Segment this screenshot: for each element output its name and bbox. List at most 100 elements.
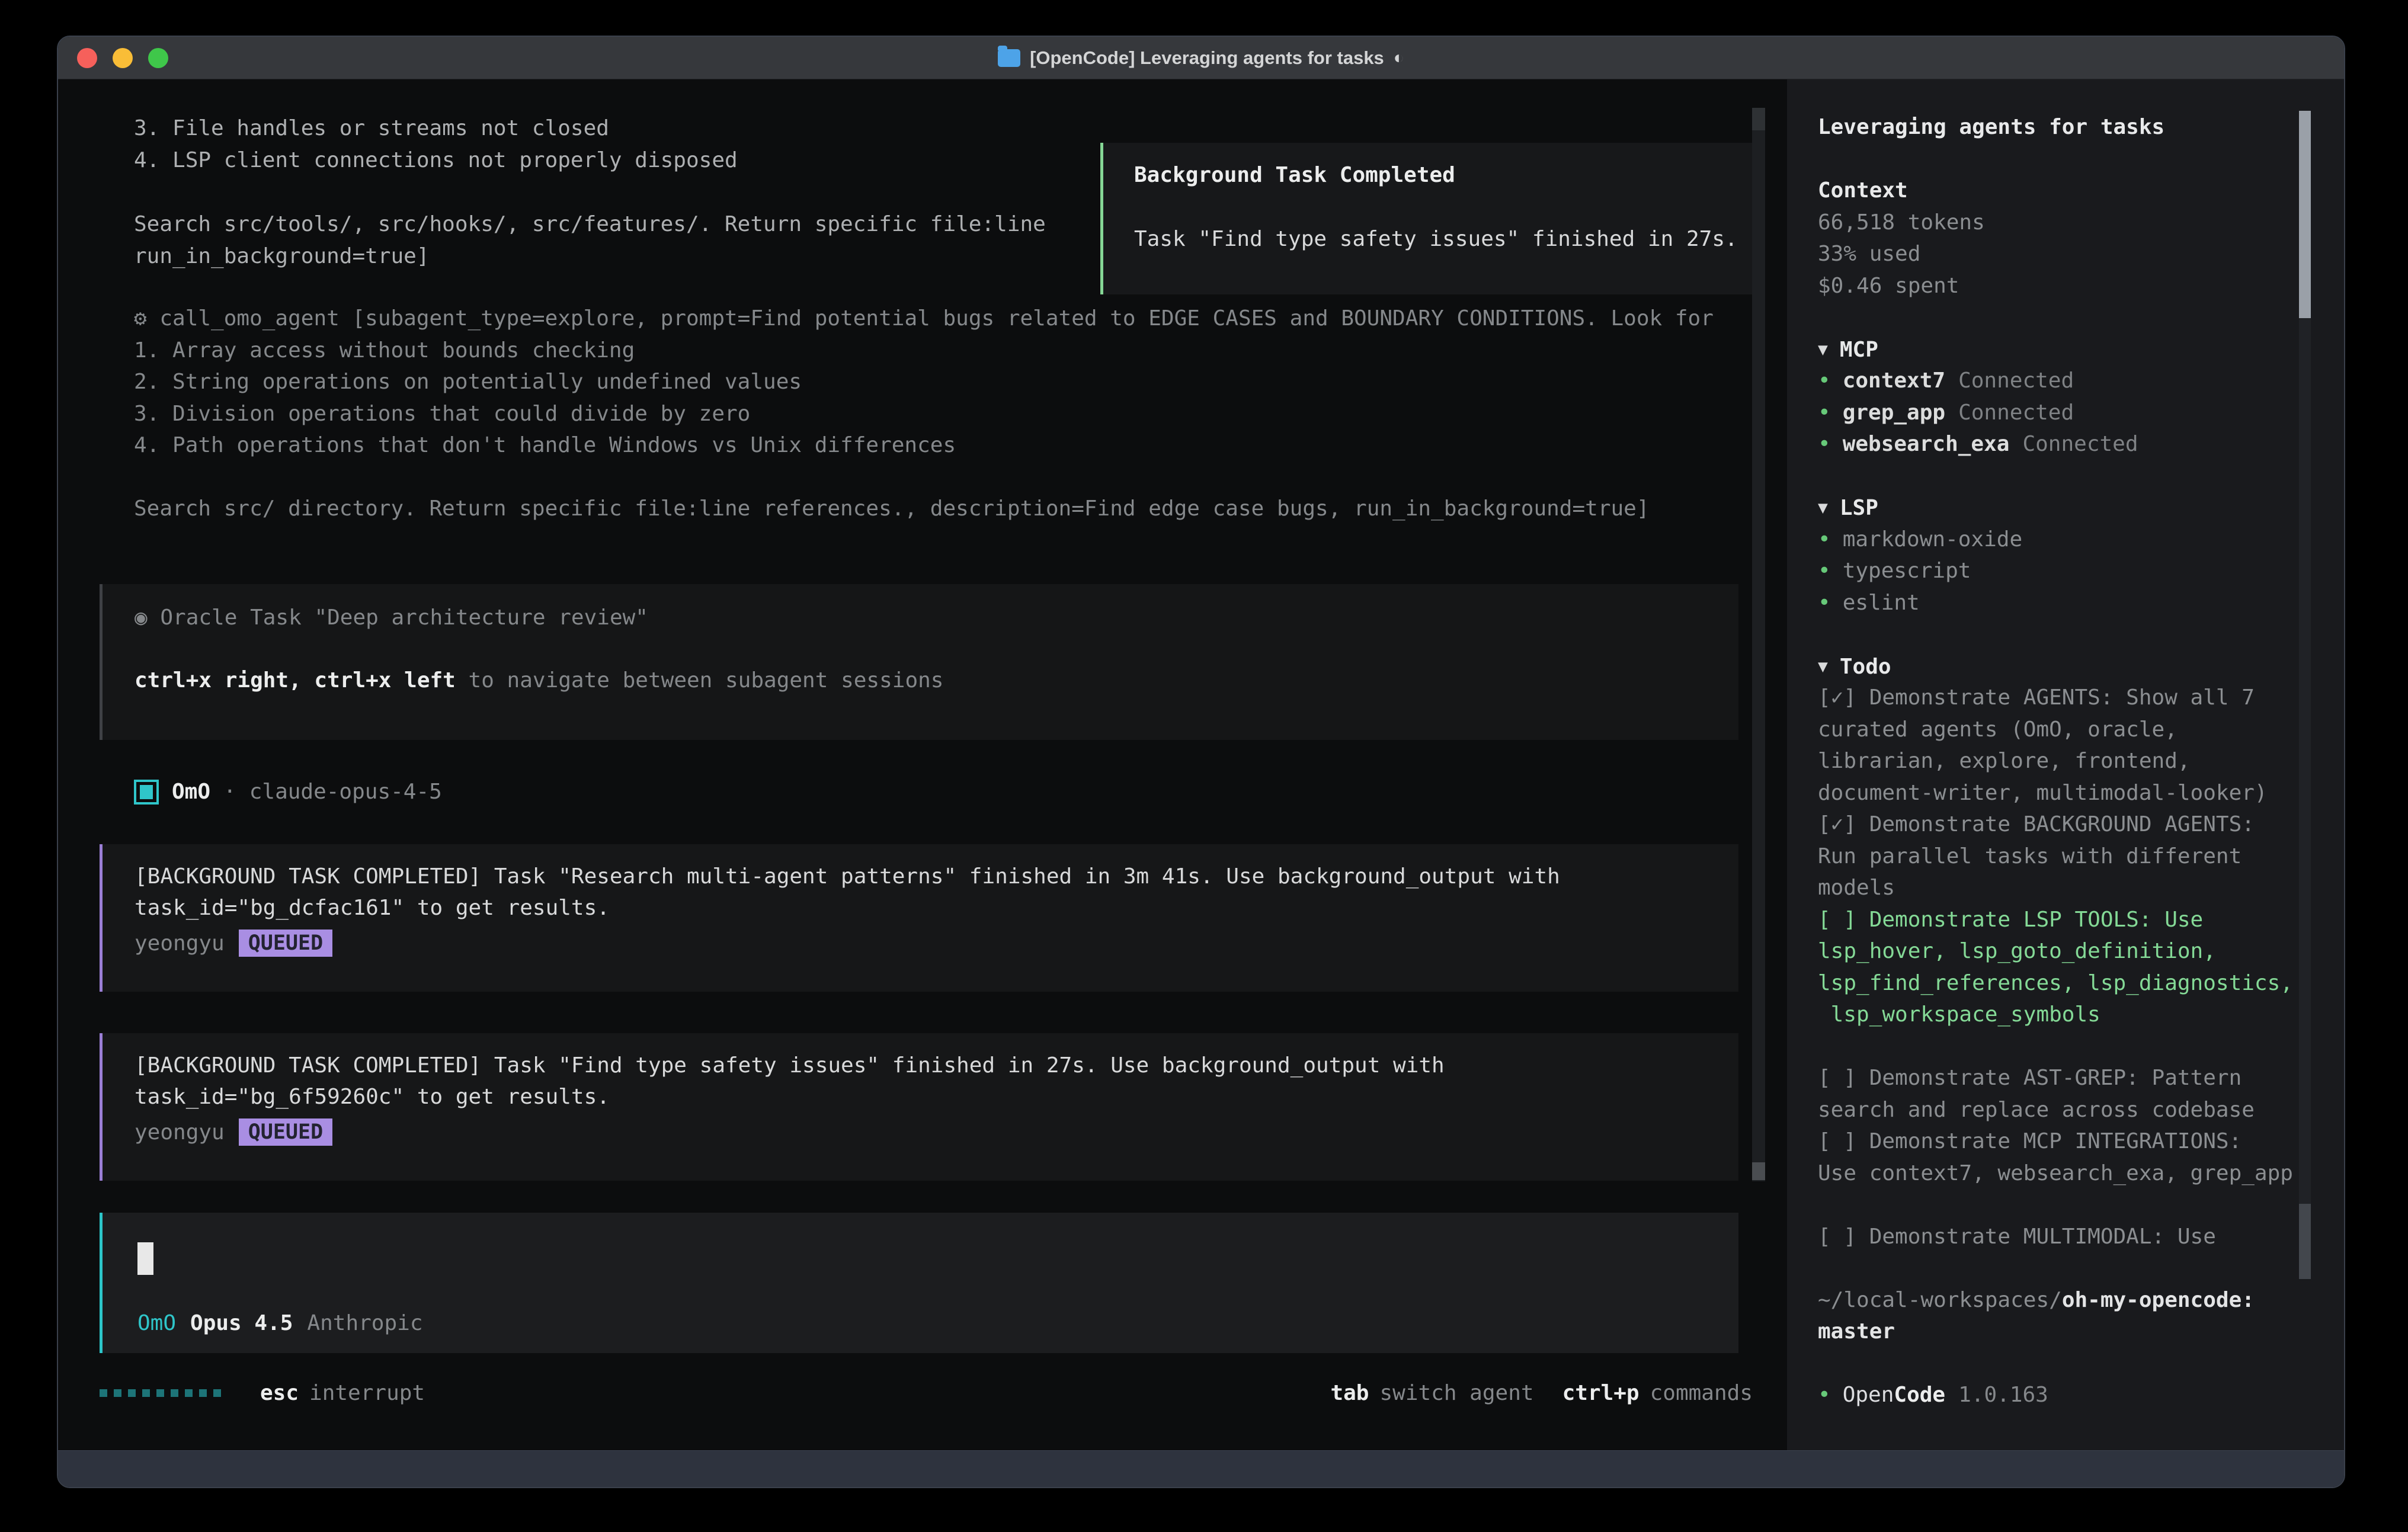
chat-transcript: 3. File handles or streams not closed 4.…: [58, 79, 1787, 1450]
status-bar: esc interrupt tab switch agent ctrl+p comm…: [100, 1377, 1753, 1409]
chat-scrollbar[interactable]: [1752, 108, 1765, 1181]
workspace-path: ~/local-workspaces/oh-my-opencode:: [1818, 1284, 2344, 1316]
agent-checkbox-icon: [134, 780, 159, 805]
context-heading: Context: [1818, 175, 2344, 207]
background-task-toast: Background Task Completed Task "Find typ…: [1100, 143, 1758, 294]
prompt-input[interactable]: OmO Opus 4.5 Anthropic: [100, 1213, 1738, 1353]
folder-icon: [998, 49, 1020, 67]
chevron-down-icon: ▼: [1818, 339, 1828, 359]
todo-item: [ ] Demonstrate MULTIMODAL: Use: [1818, 1221, 2344, 1253]
lsp-item: •typescript: [1818, 555, 2344, 587]
tab-key-hint: tab: [1330, 1381, 1369, 1405]
task-message-line: [BACKGROUND TASK COMPLETED] Task "Find t…: [135, 1050, 1445, 1082]
task-message-line: task_id="bg_dcfac161" to get results.: [135, 892, 610, 924]
lsp-section-header[interactable]: ▼LSP: [1818, 492, 2344, 524]
todo-item: [✓] Demonstrate BACKGROUND AGENTS: Run p…: [1818, 809, 2344, 904]
terminal-line: Search src/tools/, src/hooks/, src/featu…: [134, 209, 1046, 241]
sidebar-scrollbar-thumb[interactable]: [2299, 111, 2311, 318]
terminal-line: 4. Path operations that don't handle Win…: [134, 430, 1714, 461]
bullet-icon: •: [1818, 368, 1831, 393]
sidebar: Leveraging agents for tasks Context 66,5…: [1787, 79, 2344, 1450]
close-window-button[interactable]: [77, 48, 97, 68]
terminal-line: 2. String operations on potentially unde…: [134, 366, 1714, 398]
todo-section-header[interactable]: ▼Todo: [1818, 650, 2344, 682]
toast-body: Task "Find type safety issues" finished …: [1134, 223, 1738, 255]
bullet-icon: •: [1818, 559, 1831, 583]
minimize-window-button[interactable]: [113, 48, 133, 68]
context-tokens: 66,518 tokens: [1818, 207, 2344, 239]
context-used: 33% used: [1818, 238, 2344, 270]
context-spent: $0.46 spent: [1818, 270, 2344, 302]
todo-item: [ ] Demonstrate AST-GREP: Pattern search…: [1818, 1062, 2344, 1126]
ctrlp-key-hint: ctrl+p: [1562, 1381, 1640, 1405]
window-title-group: [OpenCode] Leveraging agents for tasks ◐: [998, 47, 1404, 69]
bullet-icon: •: [1818, 1383, 1831, 1407]
session-title: Leveraging agents for tasks: [1818, 111, 2344, 143]
chevron-down-icon: ▼: [1818, 498, 1828, 517]
todo-item: [ ] Demonstrate MCP INTEGRATIONS: Use co…: [1818, 1126, 2344, 1189]
chat-scrollbar-thumb[interactable]: [1752, 1162, 1765, 1180]
hint-keys: ctrl+x right, ctrl+x left: [135, 668, 456, 693]
status-bar-right: tab switch agent ctrl+p commands: [1302, 1381, 1753, 1405]
oracle-task-title: ◉ Oracle Task "Deep architecture review": [135, 602, 648, 634]
window-bottom-strip: [58, 1450, 2344, 1487]
window-controls: [77, 37, 168, 79]
toast-title: Background Task Completed: [1134, 159, 1455, 191]
terminal-line: 4. LSP client connections not properly d…: [134, 145, 738, 177]
terminal-line: 3. File handles or streams not closed: [134, 113, 738, 145]
esc-key-label: interrupt: [309, 1381, 425, 1405]
mcp-section-header[interactable]: ▼MCP: [1818, 334, 2344, 366]
separator-dot: ·: [223, 780, 236, 804]
bullet-icon: •: [1818, 591, 1831, 615]
terminal-line: run_in_background=true]: [134, 241, 1046, 273]
todo-item: [✓] Demonstrate AGENTS: Show all 7 curat…: [1818, 682, 2344, 809]
ctrlp-key-label: commands: [1650, 1381, 1753, 1405]
bullet-icon: •: [1818, 527, 1831, 552]
todo-item-active: [ ] Demonstrate LSP TOOLS: Use lsp_hover…: [1818, 904, 2344, 1031]
agent-model: claude-opus-4-5: [249, 780, 442, 804]
radio-icon: ◉: [135, 605, 148, 630]
background-task-message: [BACKGROUND TASK COMPLETED] Task "Find t…: [100, 1033, 1738, 1181]
gear-icon: ⚙: [134, 306, 147, 331]
provider-label: Anthropic: [307, 1311, 422, 1335]
mcp-item: •grep_appConnected: [1818, 397, 2344, 429]
task-message-line: [BACKGROUND TASK COMPLETED] Task "Resear…: [135, 861, 1560, 893]
terminal-line: 3. Division operations that could divide…: [134, 398, 1714, 430]
bullet-icon: •: [1818, 400, 1831, 425]
title-bar: [OpenCode] Leveraging agents for tasks ◐: [58, 37, 2344, 79]
task-user: yeongyu: [135, 1120, 225, 1145]
spinner-dots: [100, 1389, 221, 1397]
esc-key-hint: esc: [260, 1381, 299, 1405]
app-version-row: •OpenCode1.0.163: [1818, 1379, 2344, 1411]
task-message-footer: yeongyu QUEUED: [135, 1116, 332, 1148]
chevron-down-icon: ▼: [1818, 656, 1828, 676]
zoom-window-button[interactable]: [148, 48, 168, 68]
active-model-label: Opus 4.5: [190, 1311, 293, 1335]
oracle-task-hint: ctrl+x right, ctrl+x left to navigate be…: [135, 665, 943, 697]
app-window: [OpenCode] Leveraging agents for tasks ◐…: [57, 36, 2345, 1488]
sidebar-scrollbar[interactable]: [2299, 111, 2311, 1279]
mcp-item: •websearch_exaConnected: [1818, 428, 2344, 460]
lsp-item: •eslint: [1818, 587, 2344, 619]
hint-text: to navigate between subagent sessions: [456, 668, 944, 693]
window-title: [OpenCode] Leveraging agents for tasks: [1030, 47, 1384, 69]
half-moon-icon: ◐: [1394, 48, 1404, 68]
task-user: yeongyu: [135, 931, 225, 956]
terminal-line: 1. Array access without bounds checking: [134, 335, 1714, 367]
active-agent-label: OmO: [137, 1311, 176, 1335]
sidebar-scrollbar-segment: [2299, 1204, 2311, 1279]
lsp-item: •markdown-oxide: [1818, 524, 2344, 556]
bullet-icon: •: [1818, 432, 1831, 456]
agent-session-row[interactable]: OmO · claude-opus-4-5: [134, 776, 442, 808]
task-message-line: task_id="bg_6f59260c" to get results.: [135, 1081, 610, 1113]
status-badge: QUEUED: [239, 1118, 332, 1146]
tool-call-line: ⚙ call_omo_agent [subagent_type=explore,…: [134, 303, 1714, 335]
status-badge: QUEUED: [239, 930, 332, 957]
oracle-task-panel: ◉ Oracle Task "Deep architecture review"…: [100, 584, 1738, 740]
task-message-footer: yeongyu QUEUED: [135, 927, 332, 959]
tab-key-label: switch agent: [1379, 1381, 1533, 1405]
model-indicator-row: OmO Opus 4.5 Anthropic: [137, 1307, 423, 1339]
chat-scrollbar-cap: [1752, 108, 1765, 130]
background-task-message: [BACKGROUND TASK COMPLETED] Task "Resear…: [100, 844, 1738, 992]
text-cursor: [137, 1242, 153, 1275]
